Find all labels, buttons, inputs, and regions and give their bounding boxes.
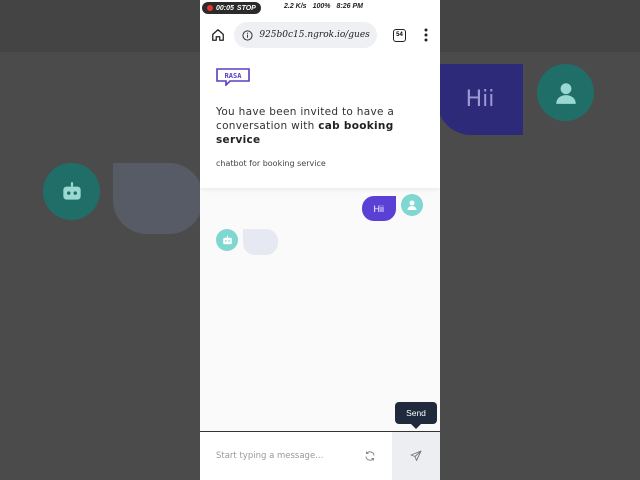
recording-stop: STOP [236, 4, 256, 12]
background-bot-bubble [113, 163, 203, 234]
restart-button[interactable] [360, 446, 380, 466]
user-icon [555, 82, 576, 104]
message-composer [200, 431, 440, 480]
robot-icon [222, 235, 232, 244]
bot-typing-bubble [243, 229, 278, 255]
status-icons: 2.2 K/s 100% 8:26 PM [284, 3, 363, 10]
tab-count: 54 [392, 28, 406, 42]
user-icon [407, 200, 417, 210]
send-tooltip: Send [395, 402, 437, 429]
more-vertical-icon [424, 28, 428, 42]
background-bot-avatar [43, 163, 100, 220]
battery-level: 100% [312, 3, 331, 10]
robot-icon [62, 181, 81, 200]
logo-text: RASA [225, 72, 243, 80]
status-bar: 00:05 STOP 2.2 K/s 100% 8:26 PM [200, 0, 440, 16]
url-text: 925b0c15.ngrok.io/gues [259, 30, 370, 40]
rasa-logo: RASA [216, 68, 250, 87]
send-button[interactable] [392, 432, 440, 480]
clock: 8:26 PM [336, 3, 363, 10]
bot-avatar [216, 229, 238, 251]
home-button[interactable] [208, 24, 228, 46]
user-message-bubble: Hii [361, 196, 396, 221]
info-icon[interactable] [242, 29, 253, 41]
invite-text: You have been invited to have a conversa… [216, 105, 424, 147]
refresh-icon [365, 451, 375, 461]
background-user-avatar [537, 64, 594, 121]
overflow-menu-button[interactable] [416, 24, 436, 46]
send-icon [410, 450, 422, 461]
recording-indicator[interactable]: 00:05 STOP [202, 2, 261, 14]
browser-toolbar: 925b0c15.ngrok.io/gues 54 [200, 16, 440, 54]
address-bar[interactable]: 925b0c15.ngrok.io/gues [234, 22, 378, 48]
phone-screen: 00:05 STOP 2.2 K/s 100% 8:26 PM 925b0c15… [200, 0, 440, 480]
message-input[interactable] [216, 451, 356, 461]
chat-header-card: RASA You have been invited to have a con… [200, 54, 440, 188]
home-icon [212, 29, 225, 41]
recording-time: 00:05 [216, 4, 234, 12]
background-user-bubble: Hii [437, 64, 523, 135]
tabs-button[interactable]: 54 [389, 24, 409, 46]
bot-description: chatbot for booking service [216, 159, 326, 168]
user-avatar [401, 194, 423, 216]
record-dot-icon [207, 5, 213, 11]
net-speed: 2.2 K/s [284, 3, 307, 10]
